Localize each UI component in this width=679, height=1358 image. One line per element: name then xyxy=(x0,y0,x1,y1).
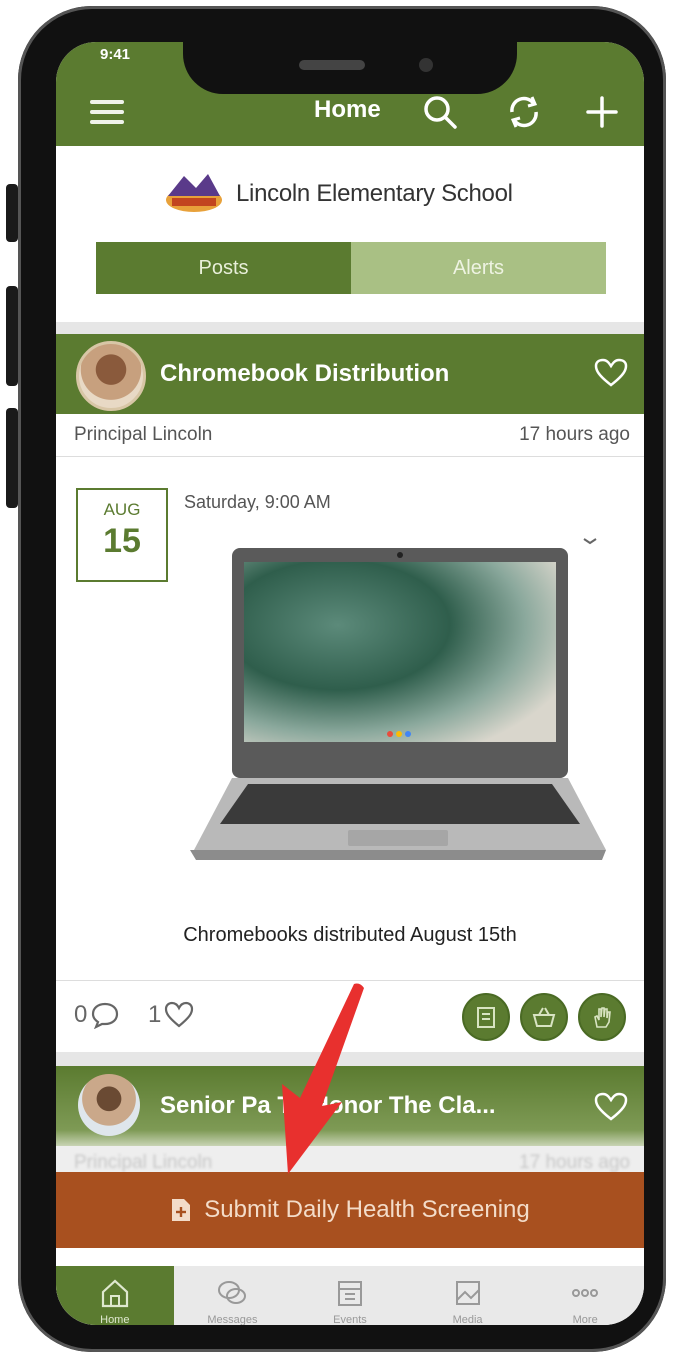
post-time: 17 hours ago xyxy=(519,1152,630,1173)
chevron-down-icon[interactable] xyxy=(582,536,598,546)
divider xyxy=(56,322,644,334)
nav-events-label: Events xyxy=(333,1314,367,1325)
submit-health-screening-button[interactable]: Submit Daily Health Screening xyxy=(56,1172,644,1248)
post-time: 17 hours ago xyxy=(519,424,630,445)
tab-posts[interactable]: Posts xyxy=(96,242,351,294)
post-caption: Chromebooks distributed August 15th xyxy=(183,924,517,946)
event-month: AUG xyxy=(103,500,141,519)
post-author: Principal Lincoln xyxy=(74,1152,213,1173)
heart-icon[interactable] xyxy=(594,1092,628,1122)
page-title: Home xyxy=(314,96,381,123)
nav-home[interactable]: Home xyxy=(56,1266,174,1325)
refresh-icon[interactable] xyxy=(504,92,544,132)
nav-messages[interactable]: Messages xyxy=(174,1266,292,1325)
post-header[interactable]: Chromebook Distribution xyxy=(56,334,644,414)
calendar-icon xyxy=(337,1281,362,1306)
author-avatar xyxy=(78,1074,140,1136)
event-day: 15 xyxy=(103,522,141,560)
school-logo xyxy=(166,174,222,212)
nav-home-label: Home xyxy=(100,1314,130,1325)
search-icon[interactable] xyxy=(420,92,460,132)
author-avatar xyxy=(76,341,146,411)
basket-button[interactable] xyxy=(520,993,568,1041)
tab-alerts[interactable]: Alerts xyxy=(351,242,606,294)
like-heart-icon[interactable] xyxy=(164,1001,194,1029)
status-time: 9:41 xyxy=(100,46,131,63)
nav-media-label: Media xyxy=(452,1314,483,1325)
side-button-mute xyxy=(6,184,18,242)
nav-media[interactable]: Media xyxy=(409,1266,527,1325)
side-button-volume-down xyxy=(6,408,18,508)
post-author: Principal Lincoln xyxy=(74,424,213,445)
event-time: Saturday, 9:00 AM xyxy=(184,492,331,512)
heart-icon[interactable] xyxy=(594,358,628,388)
post-meta: Principal Lincoln 17 hours ago xyxy=(56,414,644,457)
event-date-badge: AUG 15 xyxy=(76,488,168,582)
phone-notch xyxy=(183,42,517,94)
chat-icon xyxy=(218,1281,247,1304)
comment-icon[interactable] xyxy=(90,1001,120,1029)
feed-tabs: Posts Alerts xyxy=(96,242,606,294)
hand-icon xyxy=(594,1007,611,1028)
basket-icon xyxy=(532,1007,556,1027)
health-button-label: Submit Daily Health Screening xyxy=(204,1196,530,1223)
menu-icon[interactable] xyxy=(90,100,124,124)
comment-count: 0 xyxy=(74,1001,88,1028)
red-annotation-arrow xyxy=(282,983,364,1174)
nav-more-label: More xyxy=(572,1314,598,1325)
more-icon xyxy=(572,1289,599,1297)
school-banner: Lincoln Elementary School Posts Alerts xyxy=(56,146,644,326)
nav-more[interactable]: More xyxy=(526,1266,644,1325)
nav-events[interactable]: Events xyxy=(291,1266,409,1325)
like-count: 1 xyxy=(148,1001,162,1028)
side-button-volume-up xyxy=(6,286,18,386)
chromebook-image[interactable] xyxy=(188,548,608,864)
document-icon xyxy=(172,1199,191,1221)
speaker-grille xyxy=(299,60,365,70)
volunteer-button[interactable] xyxy=(578,993,626,1041)
calendar-add-button[interactable] xyxy=(462,993,510,1041)
home-icon xyxy=(101,1279,128,1308)
school-name: Lincoln Elementary School xyxy=(236,180,513,207)
add-icon[interactable] xyxy=(582,92,622,132)
nav-messages-label: Messages xyxy=(207,1314,258,1325)
post-title: Chromebook Distribution xyxy=(160,360,450,387)
front-camera xyxy=(419,58,433,72)
bottom-nav: Home Messages Events Media More xyxy=(56,1266,644,1325)
image-icon xyxy=(455,1281,480,1305)
calendar-icon xyxy=(477,1007,495,1028)
